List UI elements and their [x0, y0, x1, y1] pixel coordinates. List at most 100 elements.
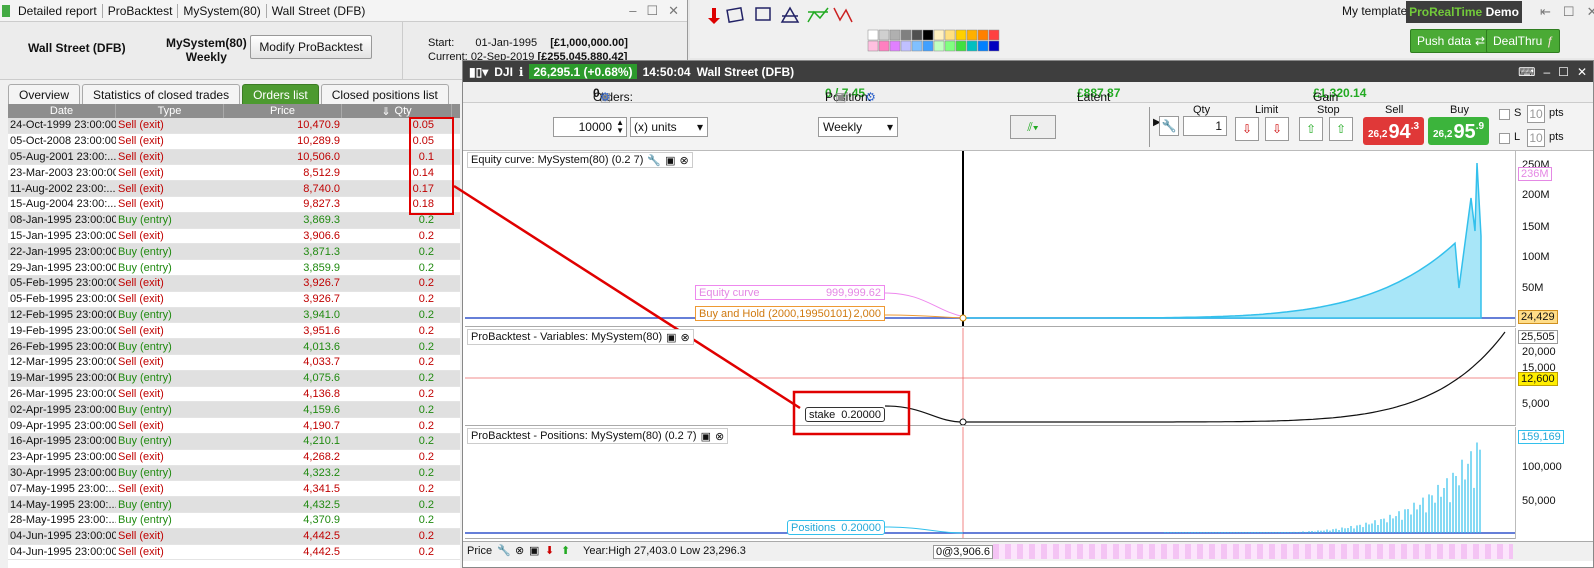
- color-swatch: [988, 40, 1000, 52]
- stop-pts-input[interactable]: 10: [1527, 105, 1545, 123]
- table-row[interactable]: 05-Oct-2008 23:00:00 Sell (exit) 10,289.9 0…: [8, 134, 460, 150]
- push-data-button[interactable]: Push data ⇄: [1410, 29, 1493, 53]
- wrench-icon[interactable]: 🔧: [1159, 116, 1179, 136]
- table-row[interactable]: 08-Jan-1995 23:00:00 Buy (entry) 3,869.3 0.…: [8, 212, 460, 229]
- dealthru-button[interactable]: DealThru ƒ: [1486, 29, 1561, 53]
- col-date[interactable]: Date: [8, 104, 116, 118]
- price-wrench-icon[interactable]: 🔧: [497, 544, 511, 557]
- units-input[interactable]: 10000 ▲ ▼: [553, 117, 627, 137]
- chart-minimize-icon[interactable]: –: [1543, 65, 1550, 79]
- modify-probacktest-button[interactable]: Modify ProBacktest: [250, 35, 372, 59]
- table-row[interactable]: 26-Mar-1995 23:00:00 Sell (exit) 4,136.8 0.…: [8, 387, 460, 403]
- pane3-window-icon[interactable]: ▣: [701, 430, 711, 443]
- price-buy-icon[interactable]: ⬆: [561, 544, 570, 557]
- stop-checkbox[interactable]: [1499, 109, 1510, 120]
- col-qty[interactable]: ⇓ Qty: [342, 104, 452, 118]
- restore-icon[interactable]: ☐: [1563, 4, 1575, 20]
- limit-checkbox[interactable]: [1499, 133, 1510, 144]
- table-row[interactable]: 28-May-1995 23:00:... Buy (entry) 4,370.9 0…: [8, 513, 460, 529]
- table-row[interactable]: 24-Oct-1999 23:00:00 Sell (exit) 10,470.9 0…: [8, 118, 460, 134]
- tab-closed-positions[interactable]: Closed positions list: [320, 84, 449, 104]
- limit-cancel-icon[interactable]: ⇩: [1265, 117, 1289, 141]
- cell-qty: 0.2: [418, 340, 434, 353]
- my-template-link[interactable]: My template: [1342, 4, 1407, 18]
- price-window-icon[interactable]: ▣: [529, 544, 539, 557]
- pane1-wrench-icon[interactable]: 🔧: [647, 154, 661, 167]
- minimize-icon[interactable]: –: [629, 3, 636, 19]
- color-swatch: [889, 29, 901, 41]
- table-row[interactable]: 12-Mar-1995 23:00:00 Sell (exit) 4,033.7 0.…: [8, 355, 460, 371]
- info-icon[interactable]: ℹ: [519, 65, 524, 79]
- table-row[interactable]: 15-Aug-2004 23:00:... Sell (exit) 9,827.3 0…: [8, 197, 460, 213]
- stop-buy-icon[interactable]: ⇧: [1299, 117, 1323, 141]
- table-header: Date Type Price ⇓ Qty: [8, 104, 460, 118]
- table-row[interactable]: 26-Feb-1995 23:00:00 Buy (entry) 4,013.6 0.…: [8, 339, 460, 355]
- pane2-window-icon[interactable]: ▣: [666, 331, 676, 344]
- table-row[interactable]: 12-Feb-1995 23:00:00 Buy (entry) 3,941.0 0.…: [8, 307, 460, 324]
- main-toolbar: My template ProRealTime Demo ⇤ ☐ ✕ Push …: [690, 0, 1594, 58]
- cell-date: 30-Apr-1995 23:00:00: [10, 466, 116, 479]
- table-row[interactable]: 14-May-1995 23:00:... Buy (entry) 4,432.5 0…: [8, 497, 460, 513]
- table-row[interactable]: 19-Mar-1995 23:00:00 Buy (entry) 4,075.6 0.…: [8, 370, 460, 387]
- chart-instrument: Wall Street (DFB): [696, 64, 795, 79]
- cell-date: 04-Jun-1995 23:00:00: [10, 530, 116, 543]
- table-row[interactable]: 04-Jun-1995 23:00:00 Sell (exit) 4,442.5 0.…: [8, 528, 460, 545]
- table-row[interactable]: 04-Jun-1995 23:00:00 Sell (exit) 4,442.5 0.…: [8, 545, 460, 561]
- pane1-window-icon[interactable]: ▣: [665, 154, 675, 167]
- sell-button[interactable]: 26,2 94.3: [1363, 117, 1424, 145]
- units-select[interactable]: (x) units ▾: [630, 117, 708, 137]
- chart-maximize-icon[interactable]: ☐: [1558, 65, 1569, 79]
- table-row[interactable]: 16-Apr-1995 23:00:00 Buy (entry) 4,210.1 0.…: [8, 433, 460, 450]
- price-pane-bar: Price 🔧 ⊗ ▣ ⬇ ⬆ Year:High 27,403.0 Low 2…: [463, 541, 1593, 561]
- col-type[interactable]: Type: [116, 104, 224, 118]
- indicator-picker[interactable]: ⫽▾: [1010, 115, 1056, 139]
- y2-tick: 20,000: [1522, 346, 1556, 358]
- table-row[interactable]: 29-Jan-1995 23:00:00 Buy (entry) 3,859.9 0.…: [8, 260, 460, 276]
- limit-pts-input[interactable]: 10: [1527, 129, 1545, 147]
- limit-sell-icon[interactable]: ⇩: [1235, 117, 1259, 141]
- app-close-icon[interactable]: ✕: [1587, 4, 1594, 20]
- y3-tick: 100,000: [1522, 461, 1562, 473]
- pane3-close-icon[interactable]: ⊗: [715, 430, 724, 443]
- table-row[interactable]: 05-Feb-1995 23:00:00 Sell (exit) 3,926.7 0.…: [8, 292, 460, 308]
- cell-price: 3,871.3: [303, 245, 340, 258]
- price-sell-icon[interactable]: ⬇: [545, 544, 554, 557]
- col-price[interactable]: Price: [224, 104, 342, 118]
- table-row[interactable]: 02-Apr-1995 23:00:00 Buy (entry) 4,159.6 0.…: [8, 402, 460, 419]
- qty-input[interactable]: 1: [1183, 116, 1227, 136]
- tab-overview[interactable]: Overview: [8, 84, 81, 104]
- chart-time: 14:50:04: [642, 64, 691, 79]
- positions-legend-label: Positions: [791, 521, 836, 534]
- position-cancel-icon[interactable]: ▣: [835, 90, 846, 104]
- table-row[interactable]: 07-May-1995 23:00:... Sell (exit) 4,341.5 0…: [8, 481, 460, 498]
- pin-icon[interactable]: ⇤: [1540, 4, 1551, 20]
- close-icon[interactable]: ✕: [668, 3, 679, 19]
- table-row[interactable]: 19-Feb-1995 23:00:00 Sell (exit) 3,951.6 0.…: [8, 323, 460, 340]
- price-close-icon[interactable]: ⊗: [515, 544, 524, 557]
- table-row[interactable]: 22-Jan-1995 23:00:00 Buy (entry) 3,871.3 0.…: [8, 244, 460, 261]
- tab-orders-list[interactable]: Orders list: [242, 84, 319, 104]
- table-row[interactable]: 23-Mar-2003 23:00:00 Sell (exit) 8,512.9 0.…: [8, 165, 460, 182]
- keyboard-icon[interactable]: ⌨: [1518, 65, 1535, 79]
- table-row[interactable]: 30-Apr-1995 23:00:00 Buy (entry) 4,323.2 0.…: [8, 465, 460, 482]
- chart-symbol[interactable]: DJI: [494, 65, 513, 79]
- table-row[interactable]: 09-Apr-1995 23:00:00 Sell (exit) 4,190.7 0.…: [8, 418, 460, 434]
- table-row[interactable]: 23-Apr-1995 23:00:00 Sell (exit) 4,268.2 0.…: [8, 450, 460, 466]
- tab-statistics[interactable]: Statistics of closed trades: [82, 84, 241, 104]
- maximize-icon[interactable]: ☐: [646, 3, 658, 19]
- period-select[interactable]: Weekly ▾: [818, 117, 898, 137]
- table-row[interactable]: 11-Aug-2002 23:00:... Sell (exit) 8,740.0 0…: [8, 181, 460, 197]
- cell-type: Sell (exit): [118, 182, 164, 195]
- stop-cancel-icon[interactable]: ⇧: [1329, 117, 1353, 141]
- pane2-close-icon[interactable]: ⊗: [681, 331, 690, 344]
- spinner-icon[interactable]: ▲ ▼: [616, 119, 624, 135]
- table-row[interactable]: 05-Aug-2001 23:00:... Sell (exit) 10,506.0…: [8, 149, 460, 166]
- orders-settings-icon[interactable]: ⚙: [600, 90, 611, 104]
- buy-button[interactable]: 26,2 95.9: [1428, 117, 1489, 145]
- position-settings-icon[interactable]: ⚙: [865, 90, 876, 104]
- table-row[interactable]: 05-Feb-1995 23:00:00 Sell (exit) 3,926.7 0.…: [8, 275, 460, 292]
- cell-price: 4,323.2: [303, 466, 340, 479]
- chart-close-icon[interactable]: ✕: [1577, 65, 1587, 79]
- table-row[interactable]: 15-Jan-1995 23:00:00 Sell (exit) 3,906.6 0.…: [8, 229, 460, 245]
- pane1-close-icon[interactable]: ⊗: [680, 154, 689, 167]
